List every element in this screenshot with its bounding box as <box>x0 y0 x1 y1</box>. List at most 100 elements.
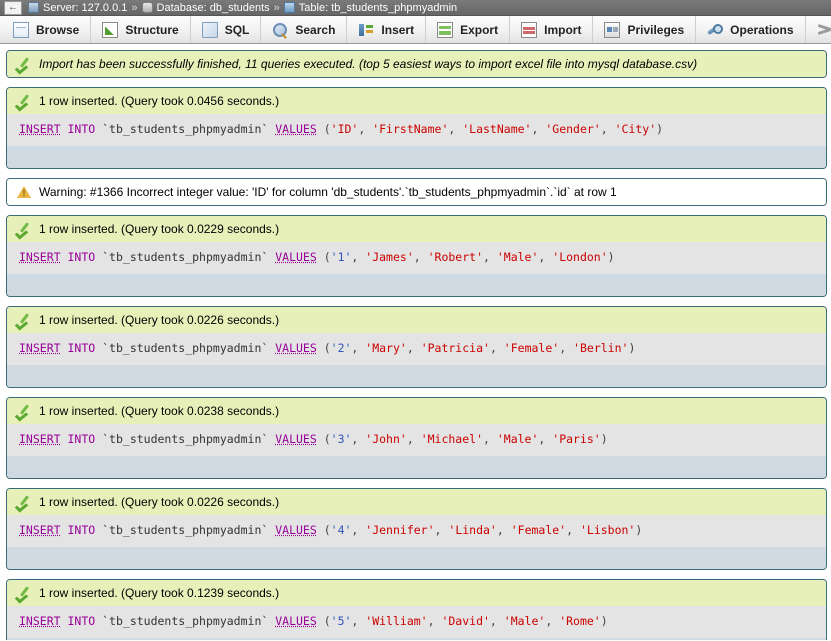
breadcrumb-item-database[interactable]: Database: db_students <box>141 2 270 14</box>
notice-head: Warning: #1366 Incorrect integer value: … <box>7 179 826 205</box>
breadcrumb-item-table[interactable]: Table: tb_students_phpmyadmin <box>283 2 457 14</box>
sql-value: '3' <box>330 432 352 446</box>
check-icon <box>16 585 32 601</box>
sql-statement[interactable]: INSERT INTO `tb_students_phpmyadmin` VAL… <box>7 242 826 274</box>
tab-export[interactable]: Export <box>426 16 511 43</box>
sql-keyword-insert: INSERT <box>19 523 61 537</box>
breadcrumb-item-server[interactable]: Server: 127.0.0.1 <box>28 2 127 14</box>
tab-structure[interactable]: Structure <box>91 16 191 43</box>
tab-import-label: Import <box>544 22 582 37</box>
tab-triggers[interactable]: Triggers <box>806 16 831 43</box>
sql-value: 'Berlin' <box>573 341 629 355</box>
query-result-list: 1 row inserted. (Query took 0.0456 secon… <box>2 87 829 640</box>
tab-sql-label: SQL <box>224 22 250 37</box>
tab-import[interactable]: Import <box>510 16 594 43</box>
query-result-message: 1 row inserted. (Query took 0.1239 secon… <box>39 586 280 600</box>
check-icon <box>16 403 32 419</box>
sql-keyword-into: INTO <box>67 614 96 628</box>
sql-value: 'Linda' <box>448 523 497 537</box>
back-button[interactable]: ← <box>4 0 22 15</box>
sql-keyword-values: VALUES <box>275 614 317 628</box>
breadcrumb-separator-2: » <box>273 1 280 14</box>
breadcrumb: ← Server: 127.0.0.1 » Database: db_stude… <box>0 0 831 16</box>
search-icon <box>272 22 288 38</box>
sql-keyword-into: INTO <box>67 432 96 446</box>
privileges-icon <box>604 21 621 38</box>
sql-action-bar[interactable] <box>7 456 826 478</box>
sql-action-bar[interactable] <box>7 547 826 569</box>
warning-icon <box>16 184 32 200</box>
query-result-message: 1 row inserted. (Query took 0.0226 secon… <box>39 495 280 509</box>
import-icon <box>521 21 538 38</box>
sql-table-name: `tb_students_phpmyadmin` <box>102 523 269 537</box>
sql-value: 'Male' <box>496 432 539 446</box>
sql-value: 'Male' <box>503 614 546 628</box>
sql-value: 'Male' <box>496 250 539 264</box>
tab-operations-label: Operations <box>730 22 794 37</box>
operations-icon <box>707 22 723 38</box>
database-icon <box>141 2 153 13</box>
tab-insert[interactable]: Insert <box>347 16 427 43</box>
sql-statement[interactable]: INSERT INTO `tb_students_phpmyadmin` VAL… <box>7 114 826 146</box>
sql-value: 'James' <box>365 250 414 264</box>
sql-statement[interactable]: INSERT INTO `tb_students_phpmyadmin` VAL… <box>7 333 826 365</box>
browse-icon <box>13 21 29 38</box>
sql-value: 'London' <box>552 250 608 264</box>
query-result-notice: 1 row inserted. (Query took 0.0226 secon… <box>6 306 827 388</box>
sql-keyword-into: INTO <box>67 250 96 264</box>
tab-privileges[interactable]: Privileges <box>593 16 697 43</box>
sql-value: 'Mary' <box>365 341 407 355</box>
sql-action-bar[interactable] <box>7 274 826 296</box>
sql-value: 'City' <box>614 122 657 136</box>
sql-statement[interactable]: INSERT INTO `tb_students_phpmyadmin` VAL… <box>7 424 826 456</box>
sql-keyword-insert: INSERT <box>19 122 61 136</box>
sql-value: 'Robert' <box>427 250 483 264</box>
sql-value: 'William' <box>365 614 428 628</box>
import-result-notice: Import has been successfully finished, 1… <box>6 50 827 78</box>
sql-table-name: `tb_students_phpmyadmin` <box>102 341 269 355</box>
sql-statement[interactable]: INSERT INTO `tb_students_phpmyadmin` VAL… <box>7 515 826 547</box>
check-icon <box>16 312 32 328</box>
sql-keyword-values: VALUES <box>275 432 317 446</box>
sql-value: 'Michael' <box>420 432 483 446</box>
query-result-notice: 1 row inserted. (Query took 0.0226 secon… <box>6 488 827 570</box>
main-tab-bar: Browse Structure SQL Search Insert Expor… <box>0 16 831 44</box>
import-result-head: Import has been successfully finished, 1… <box>7 51 826 77</box>
check-icon <box>16 221 32 237</box>
query-result-message: 1 row inserted. (Query took 0.0238 secon… <box>39 404 280 418</box>
structure-icon <box>102 21 119 38</box>
sql-keyword-into: INTO <box>67 341 96 355</box>
sql-value: 'Lisbon' <box>579 523 636 537</box>
tab-search-label: Search <box>295 22 336 37</box>
sql-icon <box>201 21 218 38</box>
sql-action-bar[interactable] <box>7 146 826 168</box>
sql-table-name: `tb_students_phpmyadmin` <box>102 614 269 628</box>
sql-keyword-into: INTO <box>67 122 96 136</box>
sql-keyword-into: INTO <box>67 523 96 537</box>
notice-head: 1 row inserted. (Query took 0.0226 secon… <box>7 307 826 333</box>
tab-privileges-label: Privileges <box>627 22 685 37</box>
server-icon <box>28 2 39 13</box>
sql-value: '4' <box>330 523 352 537</box>
breadcrumb-server-label: Server: 127.0.0.1 <box>43 1 128 14</box>
sql-statement[interactable]: INSERT INTO `tb_students_phpmyadmin` VAL… <box>7 606 826 638</box>
sql-value: 'Patricia' <box>420 341 490 355</box>
query-result-message: 1 row inserted. (Query took 0.0229 secon… <box>39 222 280 236</box>
sql-value: '5' <box>330 614 352 628</box>
warning-notice: Warning: #1366 Incorrect integer value: … <box>6 178 827 206</box>
sql-action-bar[interactable] <box>7 638 826 640</box>
check-icon <box>16 494 32 510</box>
tab-search[interactable]: Search <box>261 16 348 43</box>
sql-value: 'Paris' <box>552 432 601 446</box>
tab-sql[interactable]: SQL <box>191 16 262 43</box>
notice-head: 1 row inserted. (Query took 0.0229 secon… <box>7 216 826 242</box>
tab-operations[interactable]: Operations <box>696 16 806 43</box>
sql-value: 'Rome' <box>559 614 601 628</box>
sql-action-bar[interactable] <box>7 365 826 387</box>
tab-browse[interactable]: Browse <box>2 16 92 43</box>
query-result-message: 1 row inserted. (Query took 0.0226 secon… <box>39 313 280 327</box>
sql-keyword-values: VALUES <box>275 122 317 136</box>
sql-value: 'David' <box>441 614 490 628</box>
table-icon <box>283 2 295 13</box>
warning-message: Warning: #1366 Incorrect integer value: … <box>39 185 617 199</box>
